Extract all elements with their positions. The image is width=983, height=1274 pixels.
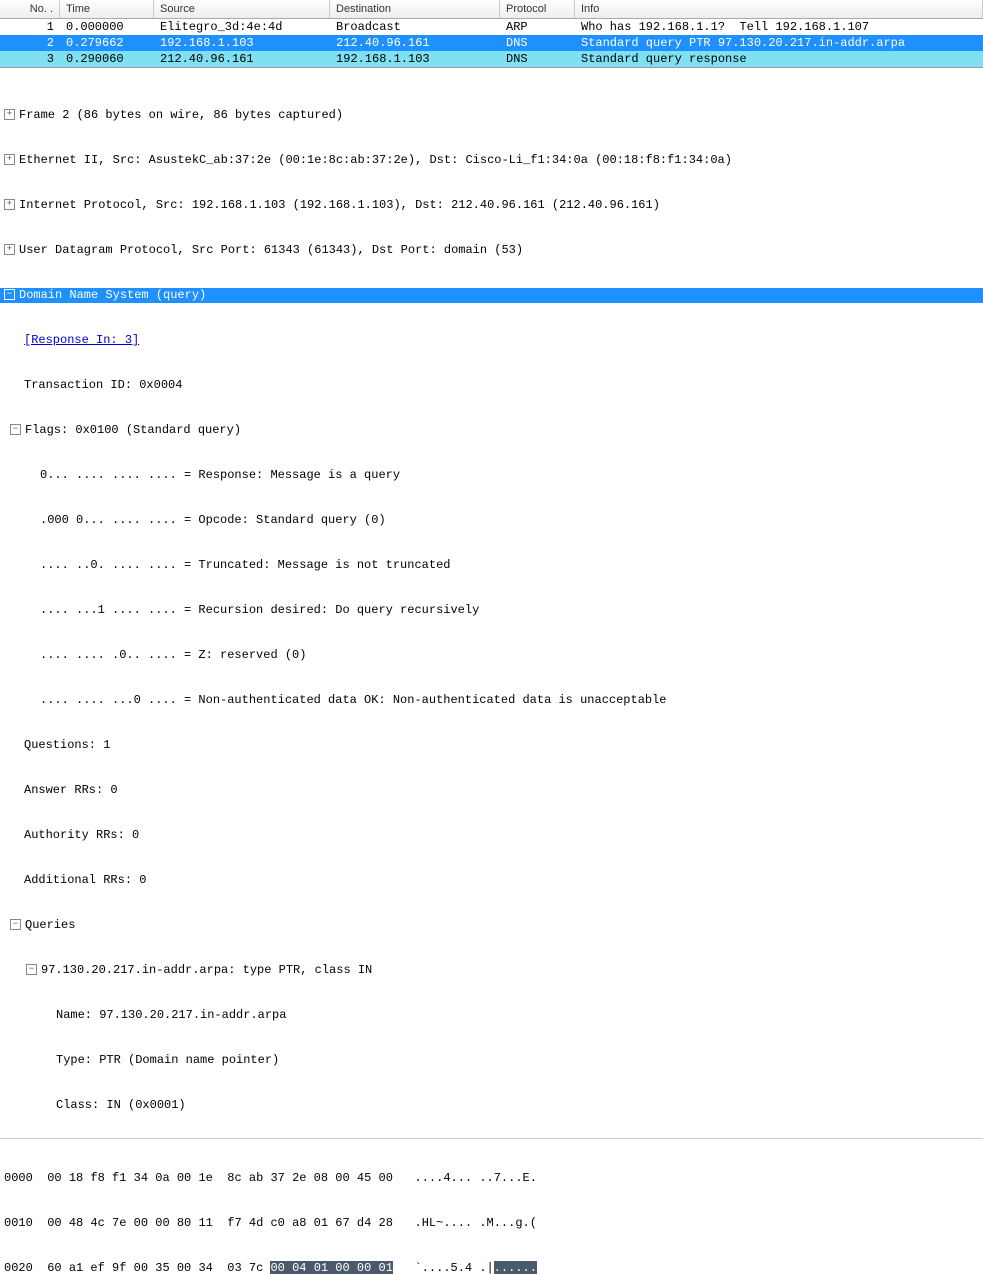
tree-flag-nonauth[interactable]: .... .... ...0 .... = Non-authenticated … — [0, 693, 983, 708]
cell-destination: 192.168.1.103 — [330, 51, 500, 67]
tree-query-name[interactable]: Name: 97.130.20.217.in-addr.arpa — [0, 1008, 983, 1023]
cell-protocol: DNS — [500, 51, 575, 67]
tree-response-link[interactable]: [Response In: 3] — [0, 333, 983, 348]
cell-info: Who has 192.168.1.1? Tell 192.168.1.107 — [575, 19, 983, 35]
expand-icon[interactable]: + — [4, 244, 15, 255]
expand-icon[interactable]: + — [4, 154, 15, 165]
tree-flag-response[interactable]: 0... .... .... .... = Response: Message … — [0, 468, 983, 483]
packet-list-pane: No. . Time Source Destination Protocol I… — [0, 0, 983, 68]
packet-details-pane: +Frame 2 (86 bytes on wire, 86 bytes cap… — [0, 74, 983, 1128]
tree-flag-opcode[interactable]: .000 0... .... .... = Opcode: Standard q… — [0, 513, 983, 528]
hex-line[interactable]: 0010 00 48 4c 7e 00 00 80 11 f7 4d c0 a8… — [4, 1216, 979, 1231]
tree-flag-truncated[interactable]: .... ..0. .... .... = Truncated: Message… — [0, 558, 983, 573]
hex-line[interactable]: 0020 60 a1 ef 9f 00 35 00 34 03 7c 00 04… — [4, 1261, 979, 1274]
collapse-icon[interactable]: − — [26, 964, 37, 975]
tree-flag-recursion[interactable]: .... ...1 .... .... = Recursion desired:… — [0, 603, 983, 618]
hex-dump-pane: 0000 00 18 f8 f1 34 0a 00 1e 8c ab 37 2e… — [0, 1138, 983, 1274]
cell-num: 2 — [0, 35, 60, 51]
cell-source: 192.168.1.103 — [154, 35, 330, 51]
cell-time: 0.290060 — [60, 51, 154, 67]
packet-list-header: No. . Time Source Destination Protocol I… — [0, 0, 983, 19]
packet-row[interactable]: 1 0.000000 Elitegro_3d:4e:4d Broadcast A… — [0, 19, 983, 35]
tree-questions[interactable]: Questions: 1 — [0, 738, 983, 753]
tree-additional-rrs[interactable]: Additional RRs: 0 — [0, 873, 983, 888]
tree-flag-z[interactable]: .... .... .0.. .... = Z: reserved (0) — [0, 648, 983, 663]
tree-query-class[interactable]: Class: IN (0x0001) — [0, 1098, 983, 1113]
tree-frame[interactable]: +Frame 2 (86 bytes on wire, 86 bytes cap… — [0, 108, 983, 123]
tree-queries[interactable]: −Queries — [0, 918, 983, 933]
cell-time: 0.279662 — [60, 35, 154, 51]
response-in-link[interactable]: [Response In: 3] — [24, 333, 139, 347]
collapse-icon[interactable]: − — [4, 289, 15, 300]
tree-txnid[interactable]: Transaction ID: 0x0004 — [0, 378, 983, 393]
tree-ethernet[interactable]: +Ethernet II, Src: AsustekC_ab:37:2e (00… — [0, 153, 983, 168]
collapse-icon[interactable]: − — [10, 919, 21, 930]
tree-authority-rrs[interactable]: Authority RRs: 0 — [0, 828, 983, 843]
packet-row-selected[interactable]: 2 0.279662 192.168.1.103 212.40.96.161 D… — [0, 35, 983, 51]
cell-num: 3 — [0, 51, 60, 67]
col-header-source[interactable]: Source — [154, 0, 330, 18]
tree-query-entry[interactable]: −97.130.20.217.in-addr.arpa: type PTR, c… — [0, 963, 983, 978]
collapse-icon[interactable]: − — [10, 424, 21, 435]
tree-flags[interactable]: −Flags: 0x0100 (Standard query) — [0, 423, 983, 438]
cell-info: Standard query PTR 97.130.20.217.in-addr… — [575, 35, 983, 51]
tree-dns-header[interactable]: −Domain Name System (query) — [0, 288, 983, 303]
cell-destination: Broadcast — [330, 19, 500, 35]
col-header-protocol[interactable]: Protocol — [500, 0, 575, 18]
col-header-num[interactable]: No. . — [0, 0, 60, 18]
col-header-destination[interactable]: Destination — [330, 0, 500, 18]
cell-source: Elitegro_3d:4e:4d — [154, 19, 330, 35]
cell-protocol: DNS — [500, 35, 575, 51]
cell-info: Standard query response — [575, 51, 983, 67]
tree-udp[interactable]: +User Datagram Protocol, Src Port: 61343… — [0, 243, 983, 258]
col-header-time[interactable]: Time — [60, 0, 154, 18]
cell-num: 1 — [0, 19, 60, 35]
col-header-info[interactable]: Info — [575, 0, 983, 18]
cell-destination: 212.40.96.161 — [330, 35, 500, 51]
tree-answer-rrs[interactable]: Answer RRs: 0 — [0, 783, 983, 798]
hex-line[interactable]: 0000 00 18 f8 f1 34 0a 00 1e 8c ab 37 2e… — [4, 1171, 979, 1186]
expand-icon[interactable]: + — [4, 199, 15, 210]
cell-source: 212.40.96.161 — [154, 51, 330, 67]
tree-ip[interactable]: +Internet Protocol, Src: 192.168.1.103 (… — [0, 198, 983, 213]
packet-row[interactable]: 3 0.290060 212.40.96.161 192.168.1.103 D… — [0, 51, 983, 67]
cell-time: 0.000000 — [60, 19, 154, 35]
cell-protocol: ARP — [500, 19, 575, 35]
expand-icon[interactable]: + — [4, 109, 15, 120]
tree-query-type[interactable]: Type: PTR (Domain name pointer) — [0, 1053, 983, 1068]
